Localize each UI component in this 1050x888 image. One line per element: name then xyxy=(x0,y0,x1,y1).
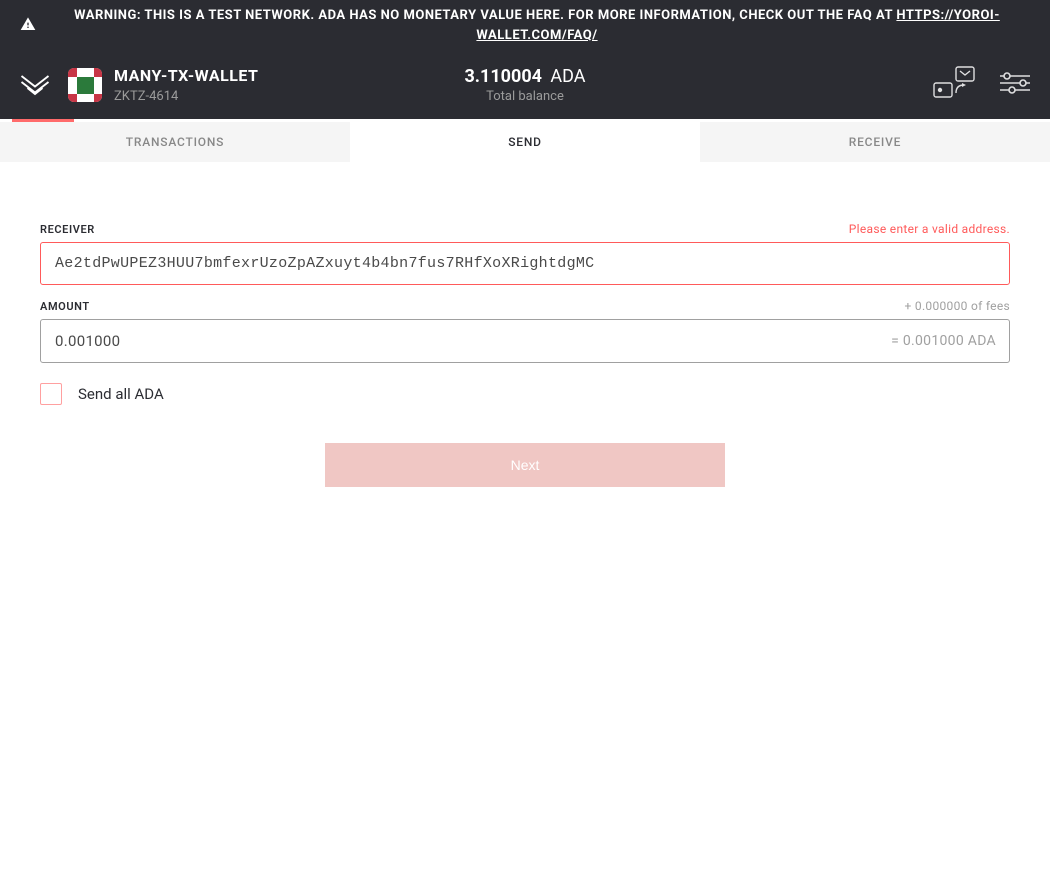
wallet-name: MANY-TX-WALLET xyxy=(114,66,258,85)
wallet-avatar-icon xyxy=(68,68,102,102)
next-button[interactable]: Next xyxy=(325,443,725,487)
settings-icon[interactable] xyxy=(1000,71,1030,99)
send-all-checkbox[interactable] xyxy=(40,383,62,405)
tab-transactions[interactable]: TRANSACTIONS xyxy=(0,122,350,162)
tab-receive[interactable]: RECEIVE xyxy=(700,122,1050,162)
content: RECEIVER Please enter a valid address. A… xyxy=(0,162,1050,527)
yoroi-logo-icon[interactable] xyxy=(20,70,50,100)
balance-currency: ADA xyxy=(550,66,585,87)
warning-icon xyxy=(20,16,36,36)
send-all-row: Send all ADA xyxy=(40,383,1010,405)
amount-label: AMOUNT xyxy=(40,300,90,313)
amount-row: AMOUNT + 0.000000 of fees = 0.001000 ADA xyxy=(40,299,1010,363)
balance-label: Total balance xyxy=(464,89,585,104)
tab-send[interactable]: SEND xyxy=(350,122,700,162)
amount-input[interactable] xyxy=(40,319,1010,363)
tabs: TRANSACTIONS SEND RECEIVE xyxy=(0,122,1050,162)
send-form: RECEIVER Please enter a valid address. A… xyxy=(20,202,1030,507)
receiver-error: Please enter a valid address. xyxy=(849,222,1010,236)
wallet-text: MANY-TX-WALLET ZKTZ-4614 xyxy=(114,66,258,104)
balance-display: 3.110004 ADA Total balance xyxy=(464,66,585,104)
header-left: MANY-TX-WALLET ZKTZ-4614 xyxy=(20,66,258,104)
warning-message: WARNING: THIS IS A TEST NETWORK. ADA HAS… xyxy=(74,8,896,23)
amount-wrapper: = 0.001000 ADA xyxy=(40,319,1010,363)
warning-text: WARNING: THIS IS A TEST NETWORK. ADA HAS… xyxy=(44,6,1030,45)
balance-value: 3.110004 xyxy=(464,66,542,87)
receiver-label: RECEIVER xyxy=(40,223,95,236)
wallet-id: ZKTZ-4614 xyxy=(114,89,258,104)
header-right xyxy=(932,65,1030,105)
wallets-icon[interactable] xyxy=(932,65,976,105)
wallet-info: MANY-TX-WALLET ZKTZ-4614 xyxy=(68,66,258,104)
send-all-label: Send all ADA xyxy=(78,385,164,403)
receiver-input[interactable] xyxy=(40,242,1010,285)
fees-hint: + 0.000000 of fees xyxy=(905,299,1010,313)
amount-label-row: AMOUNT + 0.000000 of fees xyxy=(40,299,1010,313)
balance-amount-row: 3.110004 ADA xyxy=(464,66,585,87)
receiver-row: RECEIVER Please enter a valid address. xyxy=(40,222,1010,285)
warning-banner: WARNING: THIS IS A TEST NETWORK. ADA HAS… xyxy=(0,0,1050,51)
header: MANY-TX-WALLET ZKTZ-4614 3.110004 ADA To… xyxy=(0,51,1050,119)
receiver-label-row: RECEIVER Please enter a valid address. xyxy=(40,222,1010,236)
